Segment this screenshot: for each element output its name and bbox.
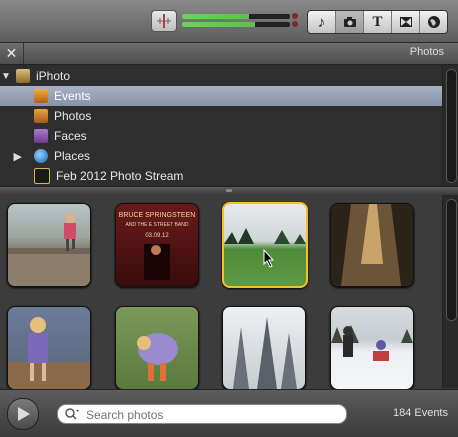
faces-icon xyxy=(34,129,48,143)
sidebar-item-label: Feb 2012 Photo Stream xyxy=(56,169,184,183)
level-meter-top xyxy=(182,14,290,19)
audio-button[interactable] xyxy=(151,10,177,32)
disclosure-triangle-open-icon[interactable]: ▼ xyxy=(0,71,12,82)
sidebar-item-label: Places xyxy=(54,149,91,163)
mouse-cursor-icon xyxy=(263,248,275,268)
browser-segmented-control: ♪ T xyxy=(307,10,448,34)
play-button[interactable] xyxy=(7,398,39,430)
toolbar: ♪ T xyxy=(0,0,458,43)
sidebar-item-label: Events xyxy=(54,89,91,103)
event-thumbnail-selected[interactable] xyxy=(222,202,308,288)
events-grid-scrollbar[interactable] xyxy=(442,195,458,388)
globe-icon xyxy=(34,149,48,163)
bottom-bar: 184 Events xyxy=(0,389,458,437)
sidebar-root-label: iPhoto xyxy=(36,69,71,83)
event-thumbnail[interactable] xyxy=(330,203,414,287)
sidebar-item-photostream[interactable]: Feb 2012 Photo Stream xyxy=(0,166,442,186)
source-list-scrollbar[interactable] xyxy=(442,65,458,186)
waveform-icon xyxy=(157,14,171,28)
poster-text: AND THE E STREET BAND xyxy=(126,222,189,228)
camera-icon[interactable] xyxy=(336,11,364,33)
poster-text: BRUCE SPRINGSTEEN xyxy=(119,212,196,219)
close-icon[interactable]: ✕ xyxy=(0,43,24,64)
event-thumbnail[interactable]: BRUCE SPRINGSTEEN AND THE E STREET BAND … xyxy=(115,203,199,287)
transition-icon[interactable] xyxy=(392,11,420,33)
sidebar-item-events[interactable]: Events xyxy=(0,86,442,106)
panel-header: ✕ Photos xyxy=(0,43,458,65)
event-count: 184 Events xyxy=(392,407,448,419)
photos-icon xyxy=(34,109,48,123)
iphoto-icon xyxy=(16,69,30,83)
search-input[interactable] xyxy=(84,406,338,423)
disclosure-triangle-closed-icon[interactable]: ▶ xyxy=(0,150,22,163)
poster-text: 03.09.12 xyxy=(145,233,169,239)
sidebar-item-photos[interactable]: Photos xyxy=(0,106,442,126)
scrollbar-thumb[interactable] xyxy=(446,69,457,183)
resize-grip-icon[interactable] xyxy=(226,189,232,192)
event-thumbnail[interactable] xyxy=(330,306,414,390)
sidebar-item-iphoto[interactable]: ▼ iPhoto xyxy=(0,66,442,86)
sidebar-item-label: Photos xyxy=(54,109,92,123)
music-note-icon[interactable]: ♪ xyxy=(308,11,336,33)
search-icon xyxy=(65,408,79,420)
text-icon[interactable]: T xyxy=(364,11,392,33)
event-thumbnail[interactable] xyxy=(222,306,306,390)
level-meter-bottom xyxy=(182,22,290,27)
event-thumbnail[interactable] xyxy=(7,306,91,390)
events-icon xyxy=(34,89,48,103)
source-list: ▼ iPhoto Events Photos Faces ▶ Places Fe… xyxy=(0,65,442,186)
sidebar-item-places[interactable]: ▶ Places xyxy=(0,146,442,166)
event-thumbnail[interactable] xyxy=(115,306,199,390)
play-icon xyxy=(18,407,30,421)
peak-indicator xyxy=(292,13,298,19)
search-field[interactable] xyxy=(57,404,347,424)
peak-indicator xyxy=(292,21,298,27)
event-thumbnail[interactable] xyxy=(7,203,91,287)
sidebar-item-faces[interactable]: Faces xyxy=(0,126,442,146)
sidebar-item-label: Faces xyxy=(54,129,87,143)
panel-title: Photos xyxy=(409,46,444,58)
scrollbar-thumb[interactable] xyxy=(446,199,457,321)
events-grid: BRUCE SPRINGSTEEN AND THE E STREET BAND … xyxy=(0,195,442,390)
globe-icon[interactable] xyxy=(420,11,447,33)
photostream-icon xyxy=(34,168,50,184)
